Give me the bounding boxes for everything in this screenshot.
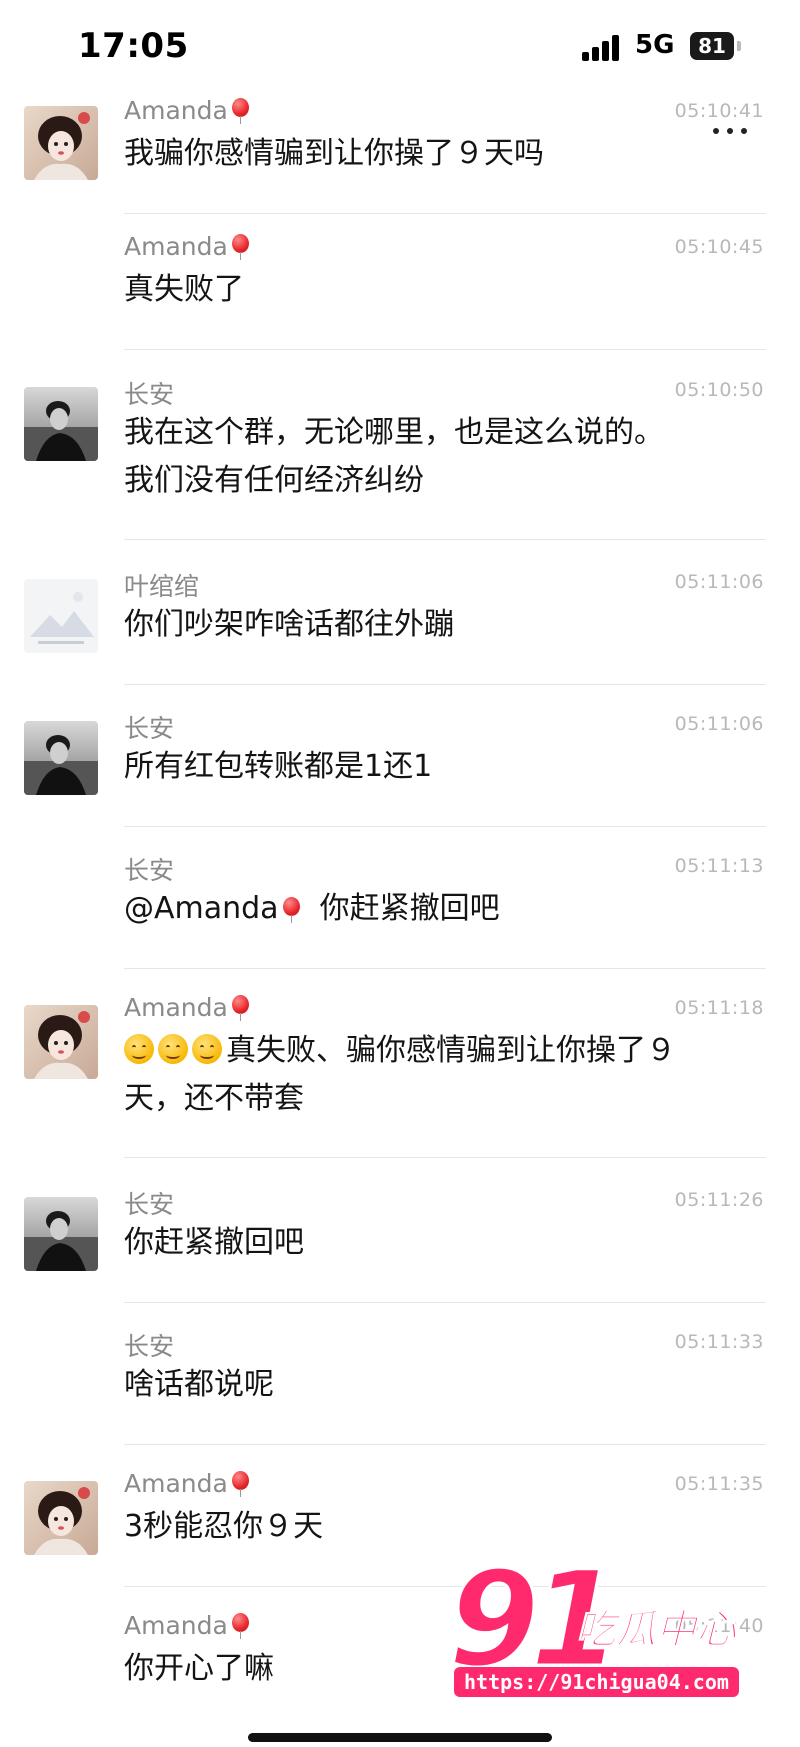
avatar-changan[interactable] xyxy=(24,387,98,461)
sender-name: 长安 xyxy=(124,380,175,409)
message-text: 我在这个群，无论哪里，也是这么说的。 我们没有任何经济纠纷 xyxy=(124,409,754,505)
message-time: 05:11:18 xyxy=(674,997,764,1019)
message-line: 天，还不带套 xyxy=(124,1081,304,1116)
avatar-amanda[interactable] xyxy=(24,1005,98,1079)
watermark-url: https://91chigua04.com xyxy=(454,1667,739,1697)
avatar-amanda[interactable] xyxy=(24,1481,98,1555)
status-time: 17:05 xyxy=(78,26,189,66)
divider xyxy=(124,539,766,540)
avatar-amanda[interactable] xyxy=(24,106,98,180)
divider xyxy=(124,968,766,969)
divider xyxy=(124,213,766,214)
sender-name: Amanda xyxy=(124,232,250,261)
sender-name: Amanda xyxy=(124,1611,250,1640)
status-bar: 17:05 5G 81 xyxy=(0,0,800,95)
watermark-logo: 91 吃瓜中心 https://91chigua04.com xyxy=(447,1542,788,1715)
sender-name: 叶绾绾 xyxy=(124,572,200,601)
message-time: 05:10:50 xyxy=(674,379,764,401)
message-text: 真失败了 xyxy=(124,272,244,307)
balloon-icon xyxy=(230,995,250,1021)
sender-name: 长安 xyxy=(124,856,175,885)
network-label: 5G xyxy=(635,30,675,60)
divider xyxy=(124,684,766,685)
home-indicator[interactable] xyxy=(248,1733,552,1742)
message-text: 啥话都说呢 xyxy=(124,1367,274,1402)
message-line: 我在这个群，无论哪里，也是这么说的。 xyxy=(124,415,664,450)
balloon-icon xyxy=(281,897,301,923)
divider xyxy=(124,826,766,827)
sender-name: 长安 xyxy=(124,1332,175,1361)
balloon-icon xyxy=(230,1471,250,1497)
message-text: 你赶紧撤回吧 xyxy=(124,1225,304,1260)
message-text: @Amanda 你赶紧撤回吧 xyxy=(124,885,754,933)
signal-icon xyxy=(582,33,626,61)
message-body: 你赶紧撤回吧 xyxy=(319,891,500,926)
message-time: 05:11:13 xyxy=(674,855,764,877)
message-text: 3秒能忍你９天 xyxy=(124,1509,324,1544)
message-line: 真失败、骗你感情骗到让你操了９ xyxy=(124,1027,754,1075)
avatar-yewanwan[interactable] xyxy=(24,579,98,653)
smile-emoji-icon xyxy=(192,1034,222,1064)
message-time: 05:10:41 xyxy=(674,100,764,122)
watermark-name: 吃瓜中心 xyxy=(576,1607,737,1654)
smile-emoji-icon xyxy=(124,1034,154,1064)
sender-name: Amanda xyxy=(124,96,250,125)
message-line: 我们没有任何经济纠纷 xyxy=(124,463,424,498)
smile-emoji-icon xyxy=(158,1034,188,1064)
balloon-icon xyxy=(230,234,250,260)
divider xyxy=(124,349,766,350)
mention-link[interactable]: @Amanda xyxy=(124,891,279,926)
avatar-changan[interactable] xyxy=(24,1197,98,1271)
message-text: 我骗你感情骗到让你操了９天吗 xyxy=(124,136,544,171)
message-time: 05:11:06 xyxy=(674,713,764,735)
message-time: 05:11:35 xyxy=(674,1473,764,1495)
battery-nub xyxy=(737,41,741,51)
battery-icon: 81 xyxy=(690,32,734,60)
message-time: 05:11:33 xyxy=(674,1331,764,1353)
message-time: 05:11:26 xyxy=(674,1189,764,1211)
divider xyxy=(124,1302,766,1303)
message-text: 真失败、骗你感情骗到让你操了９ 天，还不带套 xyxy=(124,1027,754,1123)
message-time: 05:10:45 xyxy=(674,236,764,258)
message-time: 05:11:06 xyxy=(674,571,764,593)
message-text: 所有红包转账都是1还1 xyxy=(124,749,433,784)
divider xyxy=(124,1444,766,1445)
avatar-changan[interactable] xyxy=(24,721,98,795)
balloon-icon xyxy=(230,1613,250,1639)
divider xyxy=(124,1157,766,1158)
sender-name: 长安 xyxy=(124,714,175,743)
message-text: 你们吵架咋啥话都往外蹦 xyxy=(124,607,454,642)
balloon-icon xyxy=(230,98,250,124)
sender-name: Amanda xyxy=(124,1469,250,1498)
sender-name: 长安 xyxy=(124,1190,175,1219)
sender-name: Amanda xyxy=(124,993,250,1022)
